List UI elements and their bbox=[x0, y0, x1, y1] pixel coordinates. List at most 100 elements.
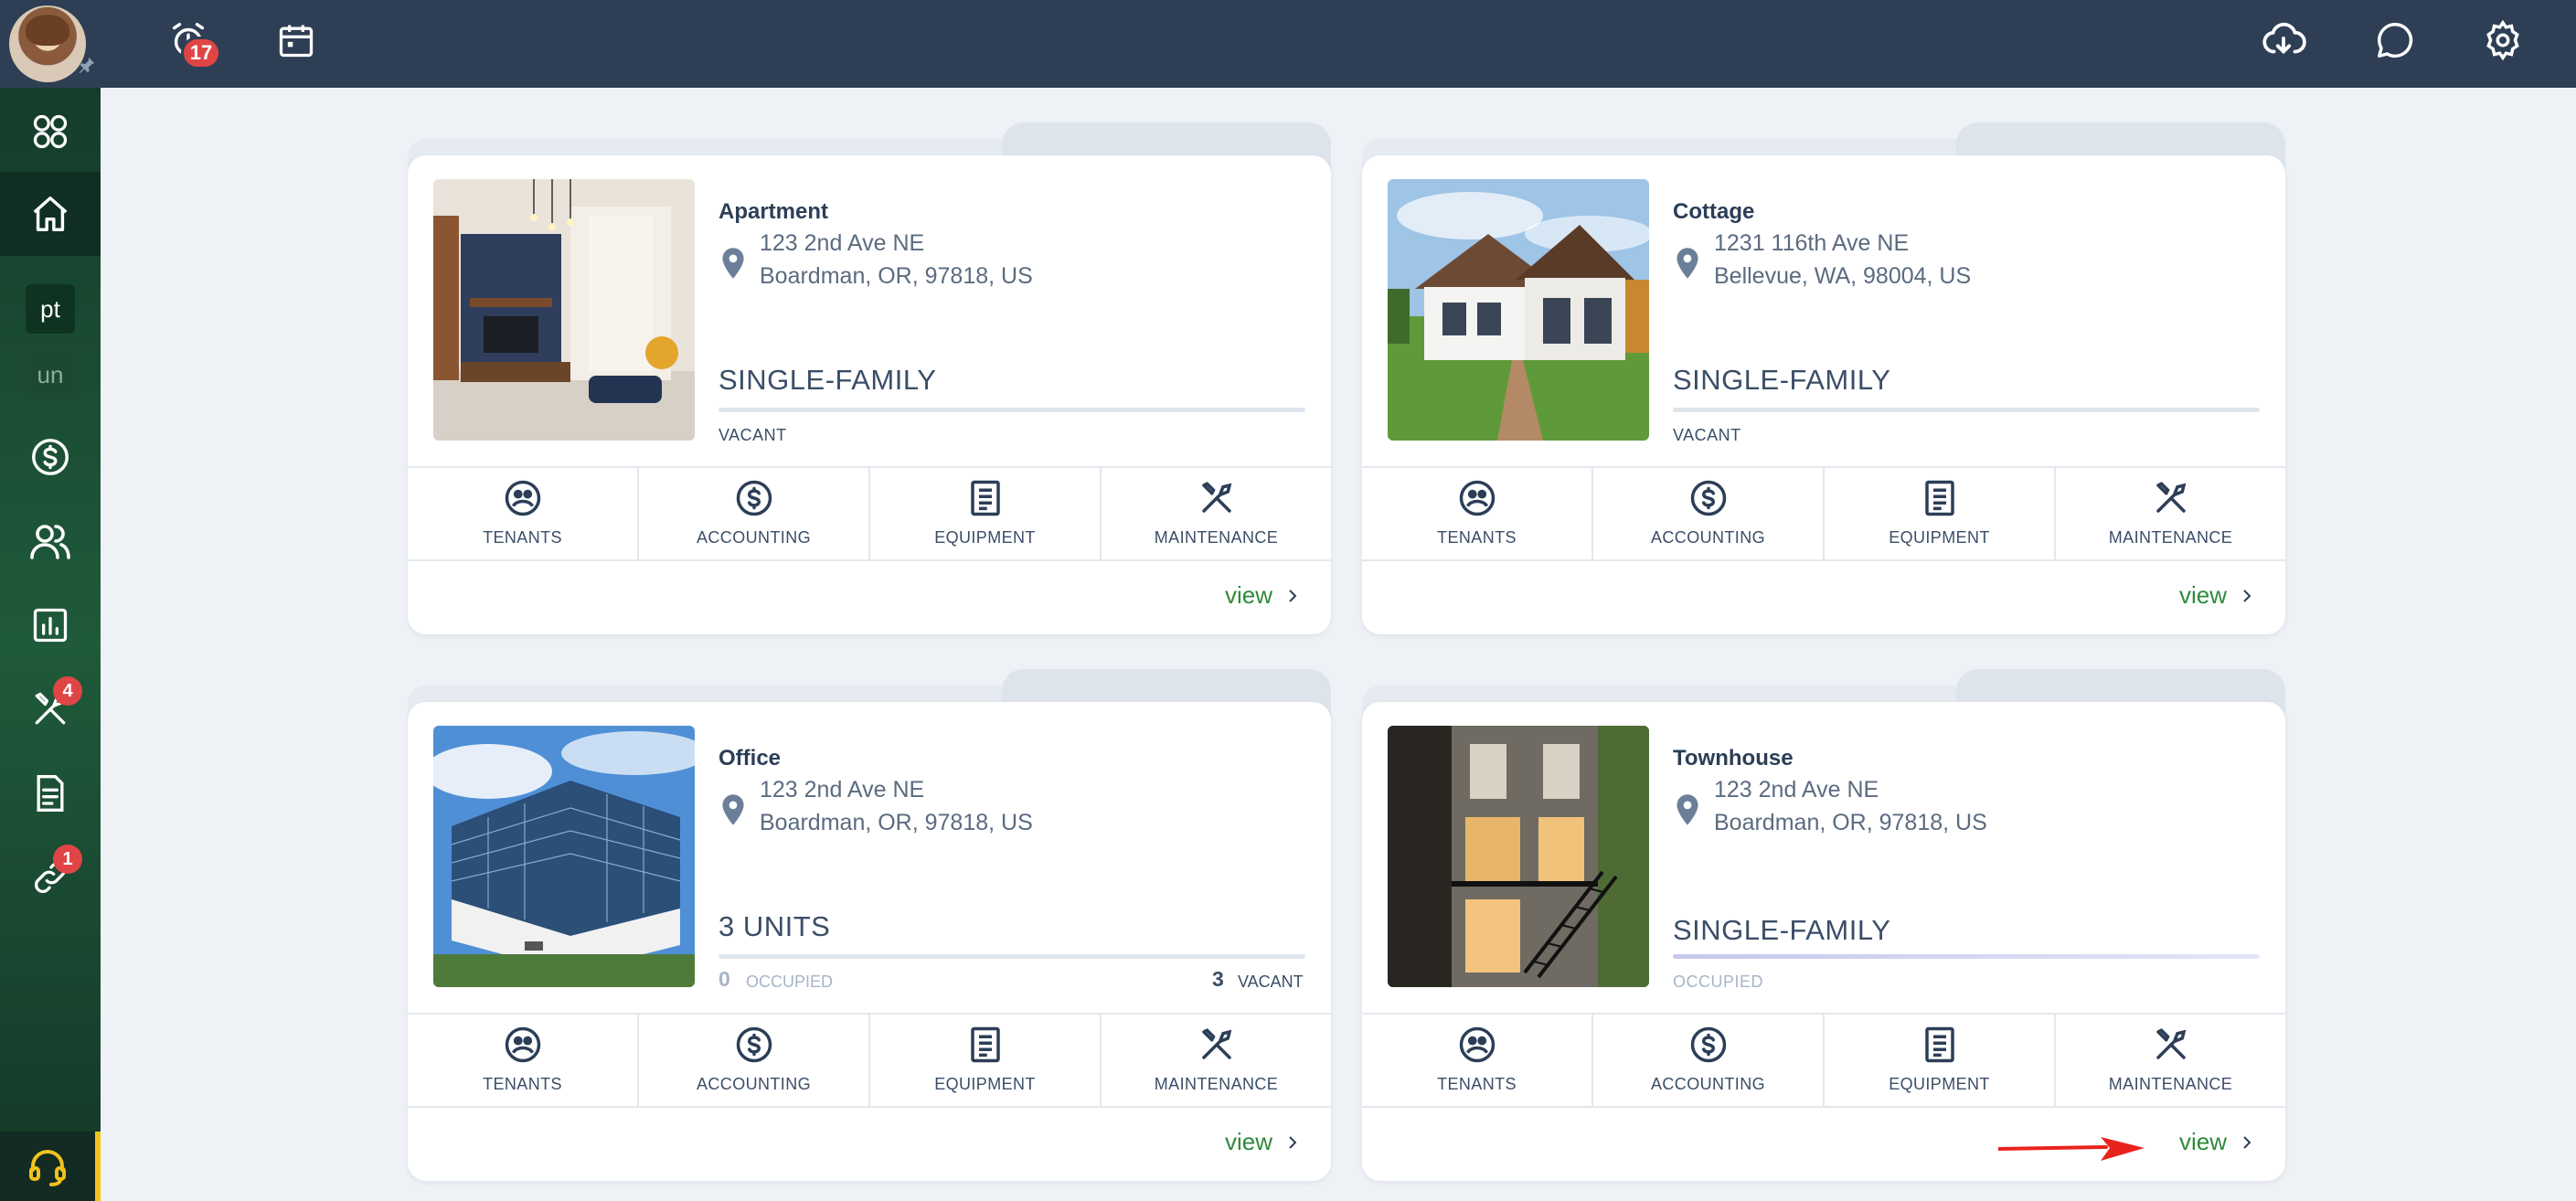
accounting-action[interactable]: ACCOUNTING bbox=[1593, 468, 1825, 559]
occupancy-status: VACANT bbox=[1673, 426, 1741, 444]
occupancy-status: OCCUPIED bbox=[1673, 972, 1764, 991]
dollar-icon bbox=[736, 1026, 772, 1063]
property-name[interactable]: Apartment bbox=[719, 199, 828, 225]
address-line-2: Boardman, OR, 97818, US bbox=[760, 810, 1033, 835]
chat-button[interactable] bbox=[2369, 15, 2421, 66]
property-actions: TENANTS ACCOUNTING EQUIPMENT MAINTENANCE bbox=[408, 1013, 1331, 1108]
integrations-badge: 1 bbox=[53, 845, 82, 874]
tenants-action[interactable]: TENANTS bbox=[1362, 1015, 1593, 1106]
users-icon bbox=[30, 525, 70, 559]
property-actions: TENANTS ACCOUNTING EQUIPMENT MAINTENANCE bbox=[1362, 1013, 2285, 1108]
property-photo[interactable] bbox=[1388, 726, 1649, 987]
equipment-action[interactable]: EQUIPMENT bbox=[870, 1015, 1102, 1106]
occupancy-status: VACANT bbox=[719, 426, 787, 444]
property-card-cottage: Cottage 1231 116th Ave NE Bellevue, WA, … bbox=[1362, 122, 2285, 634]
user-avatar[interactable] bbox=[9, 5, 86, 82]
maintenance-action[interactable]: MAINTENANCE bbox=[2056, 468, 2285, 559]
occupied-label: OCCUPIED bbox=[746, 972, 834, 991]
vacant-count: 3 bbox=[1212, 967, 1224, 991]
townhouse-photo-image bbox=[1388, 726, 1649, 987]
chevron-right-icon bbox=[2243, 589, 2251, 602]
equipment-action[interactable]: EQUIPMENT bbox=[1825, 1015, 2056, 1106]
view-link[interactable]: view bbox=[2179, 1128, 2252, 1156]
sidebar-item-pt[interactable]: pt bbox=[0, 276, 101, 342]
tools-icon bbox=[2156, 482, 2186, 513]
tenants-icon bbox=[505, 480, 540, 516]
cloud-download-icon bbox=[2262, 22, 2306, 55]
settings-button[interactable] bbox=[2477, 15, 2528, 66]
pin-icon bbox=[79, 57, 95, 74]
equipment-action[interactable]: EQUIPMENT bbox=[1825, 468, 2056, 559]
alarm-badge: 17 bbox=[181, 37, 221, 69]
property-photo[interactable] bbox=[433, 179, 695, 441]
property-name[interactable]: Office bbox=[719, 746, 781, 771]
help-button[interactable] bbox=[0, 1132, 101, 1201]
tenants-action[interactable]: TENANTS bbox=[408, 468, 639, 559]
occupancy-bar bbox=[719, 954, 1305, 959]
property-type: SINGLE-FAMILY bbox=[1673, 364, 1891, 396]
location-pin-icon bbox=[1677, 794, 1698, 825]
accounting-action[interactable]: ACCOUNTING bbox=[1593, 1015, 1825, 1106]
sidebar-chip-pt: pt bbox=[26, 284, 75, 334]
maintenance-action[interactable]: MAINTENANCE bbox=[2056, 1015, 2285, 1106]
headset-icon bbox=[29, 1150, 66, 1186]
chevron-right-icon bbox=[2243, 1135, 2251, 1149]
occupancy-bar bbox=[719, 408, 1305, 412]
alarm-button[interactable]: 17 bbox=[163, 15, 221, 69]
address-line-1: 123 2nd Ave NE bbox=[1714, 777, 1879, 802]
tenants-action[interactable]: TENANTS bbox=[1362, 468, 1593, 559]
occupied-count: 0 bbox=[719, 967, 730, 991]
home-icon bbox=[33, 197, 68, 231]
office-photo-image bbox=[433, 726, 695, 987]
dollar-icon bbox=[736, 480, 772, 516]
equipment-icon bbox=[970, 480, 1000, 516]
sidebar-item-maintenance[interactable]: 4 bbox=[0, 667, 101, 751]
sidebar-item-dashboard[interactable] bbox=[0, 90, 101, 174]
equipment-icon bbox=[1924, 1026, 1954, 1063]
calendar-icon bbox=[279, 25, 314, 58]
chat-icon bbox=[2378, 23, 2413, 58]
sidebar: pt un 4 1 bbox=[0, 88, 101, 1201]
view-link[interactable]: view bbox=[1225, 581, 1298, 610]
property-photo[interactable] bbox=[1388, 179, 1649, 441]
sidebar-item-integrations[interactable]: 1 bbox=[0, 835, 101, 919]
sidebar-item-documents[interactable] bbox=[0, 751, 101, 835]
calendar-button[interactable] bbox=[271, 15, 322, 66]
sidebar-item-un[interactable]: un bbox=[0, 342, 101, 408]
maintenance-badge: 4 bbox=[53, 676, 82, 706]
location-pin-icon bbox=[1677, 248, 1698, 279]
property-photo[interactable] bbox=[433, 726, 695, 987]
download-button[interactable] bbox=[2258, 15, 2309, 66]
view-link[interactable]: view bbox=[1225, 1128, 1298, 1156]
view-link[interactable]: view bbox=[2179, 581, 2252, 610]
tenants-action[interactable]: TENANTS bbox=[408, 1015, 639, 1106]
address-line-1: 1231 116th Ave NE bbox=[1714, 230, 1910, 256]
sidebar-item-people[interactable] bbox=[0, 499, 101, 583]
cottage-photo-image bbox=[1388, 179, 1649, 441]
accounting-action[interactable]: ACCOUNTING bbox=[639, 468, 870, 559]
grid-icon bbox=[33, 114, 68, 149]
dollar-icon bbox=[32, 439, 69, 475]
property-actions: TENANTS ACCOUNTING EQUIPMENT MAINTENANCE bbox=[1362, 466, 2285, 561]
property-name[interactable]: Cottage bbox=[1673, 199, 1754, 225]
sidebar-item-reports[interactable] bbox=[0, 583, 101, 667]
occupancy-bar bbox=[1673, 408, 2260, 412]
sidebar-item-accounting[interactable] bbox=[0, 415, 101, 499]
property-name[interactable]: Townhouse bbox=[1673, 746, 1794, 771]
maintenance-action[interactable]: MAINTENANCE bbox=[1102, 1015, 1331, 1106]
vacant-label: VACANT bbox=[1238, 972, 1304, 991]
accounting-action[interactable]: ACCOUNTING bbox=[639, 1015, 870, 1106]
property-actions: TENANTS ACCOUNTING EQUIPMENT MAINTENANCE bbox=[408, 466, 1331, 561]
dollar-icon bbox=[1690, 480, 1726, 516]
maintenance-action[interactable]: MAINTENANCE bbox=[1102, 468, 1331, 559]
sidebar-item-home[interactable] bbox=[0, 172, 101, 256]
property-type: SINGLE-FAMILY bbox=[1673, 914, 1891, 946]
tools-icon bbox=[1201, 1028, 1231, 1059]
property-type: 3 UNITS bbox=[719, 910, 831, 942]
document-icon bbox=[37, 775, 64, 812]
top-bar: 17 bbox=[0, 0, 2576, 88]
occupancy-bar bbox=[1673, 954, 2260, 959]
property-type: SINGLE-FAMILY bbox=[719, 364, 937, 396]
apartment-photo-image bbox=[433, 179, 695, 441]
equipment-action[interactable]: EQUIPMENT bbox=[870, 468, 1102, 559]
